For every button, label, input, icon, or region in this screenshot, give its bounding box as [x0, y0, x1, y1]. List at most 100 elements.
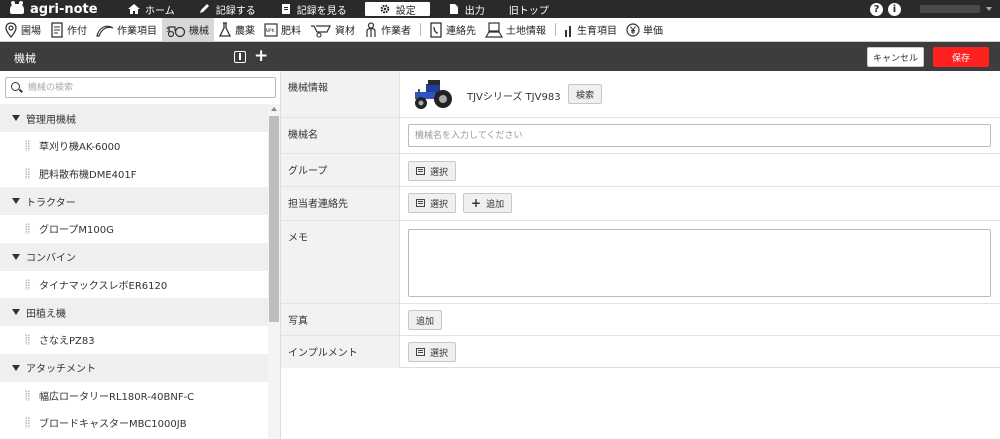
page-title: 機械: [14, 52, 36, 65]
cat-workers[interactable]: 作業者: [360, 18, 416, 41]
help-button[interactable]: ?: [870, 2, 883, 16]
drag-handle-icon[interactable]: [25, 223, 30, 235]
list-item[interactable]: 肥料散布機DME401F: [0, 159, 268, 187]
drag-handle-icon[interactable]: [25, 278, 30, 290]
list-item[interactable]: タイナマックスレボER6120: [0, 270, 268, 298]
cancel-button[interactable]: キャンセル: [867, 47, 924, 67]
chevron-down-icon[interactable]: [986, 7, 992, 11]
group-row[interactable]: アタッチメント: [0, 353, 268, 382]
list-item[interactable]: ブロードキャスターMBC1000JB: [0, 409, 268, 437]
divider: [555, 23, 556, 36]
drag-handle-icon[interactable]: [25, 417, 30, 429]
cat-planting[interactable]: 作付: [46, 18, 92, 41]
nav-settings[interactable]: 設定: [364, 2, 430, 17]
expand-triangle-icon: [12, 115, 20, 121]
cat-growth-items[interactable]: 生育項目: [560, 18, 622, 41]
sickle-icon: [96, 25, 114, 37]
user-menu[interactable]: [920, 5, 980, 13]
memo-textarea[interactable]: [408, 229, 991, 297]
photo-add-button[interactable]: 追加: [408, 310, 443, 330]
search-icon: [11, 82, 20, 91]
cat-contacts[interactable]: 連絡先: [425, 18, 481, 41]
svg-text:NPK: NPK: [266, 28, 276, 34]
svg-text:5: 5: [166, 26, 170, 34]
phone-book-icon: [430, 21, 442, 38]
expand-triangle-icon: [12, 198, 20, 204]
cat-materials[interactable]: 資材: [306, 18, 360, 41]
row-contact: 担当者連絡先 選択 + 追加: [281, 187, 1000, 221]
list-icon: [416, 167, 425, 175]
flask-icon: [218, 21, 232, 37]
group-row[interactable]: 管理用機械: [0, 104, 268, 132]
row-memo: メモ: [281, 221, 1000, 304]
search-input[interactable]: [28, 80, 268, 95]
cat-machines[interactable]: 5 機械: [162, 18, 214, 41]
label-machine-name: 機械名: [281, 118, 400, 153]
category-bar: 圃場 作付 作業項目 5 機械 農薬 NPK 肥料 資材 作業者 連絡先 土地情…: [0, 18, 1000, 42]
machine-name-input[interactable]: [408, 124, 991, 147]
cat-land-info[interactable]: 土地情報: [481, 18, 551, 41]
list-item[interactable]: 幅広ロータリーRL180R-40BNF-C: [0, 381, 268, 409]
cat-pesticides[interactable]: 農薬: [214, 18, 260, 41]
cat-fertilizer[interactable]: NPK 肥料: [260, 18, 306, 41]
add-machine-icon[interactable]: +: [254, 48, 268, 65]
machine-model-name: TJVシリーズ TJV983: [467, 92, 561, 103]
section-header: 機械 +: [0, 42, 1000, 71]
nav-export[interactable]: 出力: [436, 0, 497, 18]
row-implement: インプルメント 選択: [281, 336, 1000, 368]
row-machine-name: 機械名: [281, 118, 1000, 154]
label-implement: インプルメント: [281, 336, 400, 368]
logo-frog-icon: [10, 1, 24, 14]
group-row[interactable]: 田植え機: [0, 298, 268, 326]
drag-handle-icon[interactable]: [25, 167, 30, 179]
clipboard-icon: [51, 21, 63, 38]
expand-triangle-icon: [12, 253, 20, 260]
brand-name: agri-note: [30, 1, 98, 17]
contact-add-button[interactable]: + 追加: [463, 193, 513, 213]
file-icon: [449, 4, 458, 14]
save-button[interactable]: 保存: [933, 47, 989, 67]
cat-work-items[interactable]: 作業項目: [92, 18, 162, 41]
list-item[interactable]: グロープM100G: [0, 215, 268, 243]
scrollbar-thumb[interactable]: [269, 116, 279, 322]
brand-logo[interactable]: agri-note: [0, 1, 116, 17]
drag-handle-icon[interactable]: [25, 334, 30, 346]
plus-icon: +: [471, 196, 482, 210]
search-button[interactable]: 検索: [568, 84, 603, 104]
list-item[interactable]: さなえPZ83: [0, 326, 268, 354]
cat-field[interactable]: 圃場: [0, 18, 46, 41]
nav-home[interactable]: ホーム: [116, 0, 187, 18]
top-nav: agri-note ホーム 記録する 記録を見る 設定 出力 旧トップ ? i: [0, 0, 1000, 18]
scroll-up-icon[interactable]: [271, 107, 277, 111]
cat-unit-price[interactable]: 単価: [622, 18, 668, 41]
npk-icon: NPK: [264, 22, 278, 37]
home-icon: [128, 4, 140, 14]
drag-handle-icon[interactable]: [25, 140, 30, 152]
list-icon: [416, 199, 425, 207]
contact-select-button[interactable]: 選択: [408, 193, 457, 213]
row-machine-info: 機械情報 TJVシリーズ TJV983 検索: [281, 71, 1000, 118]
drag-handle-icon[interactable]: [25, 389, 30, 401]
tractor-icon: 5: [166, 26, 186, 37]
nav-view-records[interactable]: 記録を見る: [268, 0, 359, 18]
label-contact: 担当者連絡先: [281, 187, 400, 220]
list-item[interactable]: 草刈り機AK-6000: [0, 132, 268, 160]
group-row[interactable]: トラクター: [0, 187, 268, 215]
tractor-image: [415, 80, 452, 109]
land-icon: [485, 21, 503, 38]
group-row[interactable]: コンバイン: [0, 242, 268, 271]
implement-select-button[interactable]: 選択: [408, 342, 457, 362]
nav-record[interactable]: 記録する: [187, 0, 268, 18]
expand-toggle-icon[interactable]: [234, 51, 246, 63]
nav-old-top[interactable]: 旧トップ: [497, 0, 561, 18]
divider: [420, 23, 421, 36]
label-photo: 写真: [281, 304, 400, 335]
row-group: グループ 選択: [281, 154, 1000, 187]
label-group: グループ: [281, 154, 400, 186]
group-select-button[interactable]: 選択: [408, 161, 457, 181]
worker-icon: [366, 21, 376, 37]
machine-search: [5, 77, 276, 98]
machine-tree: 管理用機械 草刈り機AK-6000 肥料散布機DME401F トラクター グロー…: [0, 104, 268, 437]
info-button[interactable]: i: [888, 2, 901, 16]
label-memo: メモ: [281, 221, 400, 303]
